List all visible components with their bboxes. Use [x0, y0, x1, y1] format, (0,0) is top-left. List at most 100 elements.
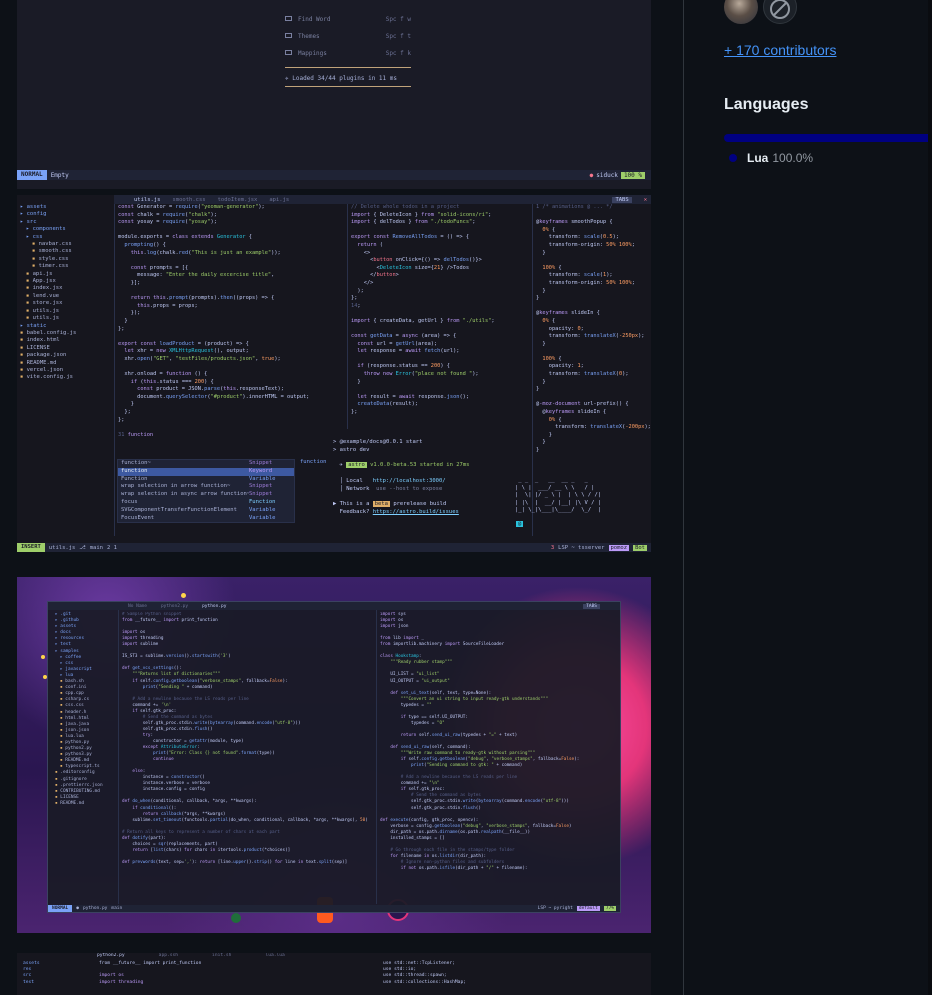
- window-edge: [928, 0, 932, 995]
- mode-indicator: INSERT: [17, 543, 45, 552]
- tree-file[interactable]: ▪ LICENSE: [17, 345, 114, 352]
- code-line: import threading: [99, 979, 144, 985]
- tree-item-label: .prettierrc.json: [60, 782, 103, 788]
- code-line: import os: [99, 973, 124, 979]
- feedback-link[interactable]: https://astro.build/issues: [373, 509, 459, 515]
- statusline-lsp: LSP ~ tsserver: [558, 544, 605, 551]
- tree-folder[interactable]: ▸ assets: [17, 204, 114, 211]
- decorative-dot: [231, 913, 241, 923]
- tree-item-label: src: [26, 218, 37, 225]
- tree-folder[interactable]: ▸ css: [17, 234, 114, 241]
- file-tree: ▸ assets ▸ config ▸ src ▸ components ▸ css ▪ …: [17, 204, 114, 536]
- statusline-user: siduck: [596, 171, 618, 179]
- tree-file[interactable]: ▪ smooth.css: [17, 248, 114, 255]
- tree-item-label: README.md: [60, 800, 85, 806]
- dashboard-item-label: Mappings: [298, 50, 327, 57]
- dashboard-item-find-word: Find Word Spc f w: [285, 16, 411, 23]
- file-icon: ▪: [26, 300, 33, 307]
- local-url: http://localhost:3000/: [372, 477, 446, 484]
- tree-folder[interactable]: ▸ static: [17, 323, 114, 330]
- tree-item-label: lua.lua: [65, 733, 84, 739]
- tree-file[interactable]: ▪ index.jsx: [17, 285, 114, 292]
- statusline-position: Bot: [633, 544, 647, 551]
- tree-folder[interactable]: ▸ src: [17, 219, 114, 226]
- completion-item[interactable]: function Keyword: [118, 467, 294, 476]
- completion-item[interactable]: focus Function: [118, 499, 294, 507]
- completion-item[interactable]: wrap selection in arrow function~ Snippet: [118, 483, 294, 491]
- tabs-indicator: TABS: [612, 196, 632, 203]
- folder-icon: ▸: [20, 211, 27, 218]
- folder-icon: ▸: [20, 204, 27, 210]
- tree-file[interactable]: ▪ api.js: [17, 271, 114, 278]
- tree-file[interactable]: ▪ package.json: [17, 352, 114, 359]
- contributor-avatar[interactable]: [724, 0, 758, 24]
- tree-item-label: LICENSE: [60, 794, 79, 800]
- statusline: NORMAL Empty ● siduck 100 %: [17, 170, 651, 180]
- close-icon: ✕: [643, 196, 647, 203]
- language-name: Lua: [747, 151, 769, 165]
- tree-file[interactable]: ▪ App.jsx: [17, 278, 114, 285]
- tree-item-label: assets: [60, 624, 77, 630]
- statusline-lsp: LSP ~ pyright: [537, 906, 573, 911]
- tree-file[interactable]: ▪ utils.js: [17, 315, 114, 322]
- tree-file[interactable]: ▪ README.md: [52, 801, 116, 807]
- completion-item[interactable]: wrap selection in async arrow function~ S…: [118, 491, 294, 499]
- keyboard-icon: [285, 50, 292, 55]
- statusline-user: pomoz: [608, 544, 630, 551]
- completion-item[interactable]: Function Variable: [118, 476, 294, 484]
- completion-menu[interactable]: function~ Snippet function Keyword Function V…: [117, 459, 295, 524]
- code-pane-smooth: 1 /* animations @ ... */ @keyframes smoo…: [536, 204, 651, 453]
- folder-icon: ▸: [26, 233, 33, 240]
- terminal-pane: > @example/docs@0.0.1 start > astro dev …: [333, 439, 470, 516]
- completion-item[interactable]: function~ Snippet: [118, 460, 294, 468]
- tree-item-label: .editorconfig: [60, 770, 95, 776]
- decorative-dot: [41, 655, 45, 659]
- language-item-lua[interactable]: Lua 100.0%: [729, 151, 813, 165]
- astro-message: v1.0.0-beta.53 started in 27ms: [370, 462, 470, 469]
- tab-bar: python2.py app.ssh init.sh lua.lua: [97, 953, 651, 959]
- tree-file[interactable]: ▪ navbar.css: [17, 241, 114, 248]
- code-pane-left: # Sample Python snippet from __future__ …: [122, 612, 368, 865]
- editor-window: No Name python2.py python.py TABS ▸ .git…: [47, 601, 621, 913]
- tree-file[interactable]: ▪ lend.vue: [17, 293, 114, 300]
- tree-file[interactable]: ▪ timer.css: [17, 263, 114, 270]
- tree-file[interactable]: ▪ index.html: [17, 337, 114, 344]
- file-tree: ▸ .git ▸ .github ▸ assets ▸ docs ▸ resources…: [52, 612, 116, 807]
- completion-doc: function: [300, 459, 327, 465]
- file-icon: ▪: [26, 270, 33, 277]
- contributor-avatar[interactable]: [763, 0, 797, 24]
- tree-item-label: index.jsx: [32, 285, 63, 292]
- completion-item-text: function~: [121, 460, 151, 466]
- tree-file[interactable]: ▪ babel.config.js: [17, 330, 114, 337]
- tree-item-label: README.md: [65, 758, 90, 764]
- tree-folder[interactable]: ▸ config: [17, 211, 114, 218]
- folder-icon: ▸: [20, 322, 27, 329]
- statusline-file: utils.js: [48, 544, 76, 551]
- code-pane-api: // Delete whole todos in a project impor…: [351, 204, 495, 416]
- tab-bar: No Name python2.py python.py TABS: [48, 602, 620, 610]
- tree-item-label: cpp.cpp: [65, 691, 84, 697]
- completion-item-text: wrap selection in arrow function~: [121, 483, 231, 490]
- tree-file[interactable]: ▪ vite.config.js: [17, 374, 114, 381]
- tree-item-label: components: [32, 226, 66, 233]
- tree-folder[interactable]: ▸ components: [17, 226, 114, 233]
- dashboard-divider: [285, 86, 411, 87]
- tree-file[interactable]: ▪ utils.js: [17, 308, 114, 315]
- contributors-link[interactable]: + 170 contributors: [724, 42, 836, 58]
- tree-file[interactable]: ▪ vercel.json: [17, 367, 114, 374]
- feedback-label: Feedback?: [339, 509, 370, 516]
- loaded-label: Loaded 34/44 plugins in 11 ms: [292, 75, 397, 82]
- completion-item[interactable]: FocusEvent Variable: [118, 515, 294, 523]
- tree-item-label: index.html: [26, 337, 60, 344]
- tree-file[interactable]: ▪ style.css: [17, 256, 114, 263]
- statusline-percent: 77%: [603, 906, 616, 911]
- code-pane-right: import sys import os import json from li…: [380, 612, 580, 871]
- file-icon: ▪: [32, 248, 39, 255]
- astro-badge: astro: [346, 462, 367, 469]
- tree-file[interactable]: ▪ README.md: [17, 360, 114, 367]
- completion-item[interactable]: SVGComponentTransferFunctionElement Varia…: [118, 507, 294, 515]
- tree-file[interactable]: ▪ store.jsx: [17, 300, 114, 307]
- tree-item[interactable]: test: [23, 980, 40, 986]
- page: Find Word Spc f w Themes Spc f t Mapping…: [0, 0, 932, 995]
- tree-item-label: csharp.cs: [65, 697, 90, 703]
